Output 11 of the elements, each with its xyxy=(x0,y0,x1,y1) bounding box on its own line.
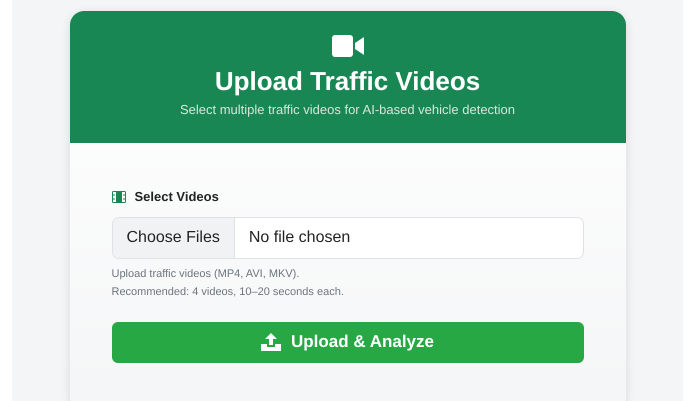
page-title: Upload Traffic Videos xyxy=(214,65,480,97)
help-text: Upload traffic videos (MP4, AVI, MKV). xyxy=(112,266,300,282)
file-status: No file chosen xyxy=(248,228,352,248)
field-label: Select Videos xyxy=(134,188,219,206)
file-input[interactable]: Choose Files No file chosen xyxy=(112,216,584,258)
video-camera-icon xyxy=(332,35,364,57)
upload-icon xyxy=(261,333,282,351)
help-text: Recommended: 4 videos, 10–20 seconds each. xyxy=(112,284,345,300)
choose-files-button[interactable]: Choose Files xyxy=(112,218,235,258)
page-subtitle: Select multiple traffic videos for AI-based vehicle detection xyxy=(180,101,516,119)
film-icon xyxy=(112,190,126,203)
